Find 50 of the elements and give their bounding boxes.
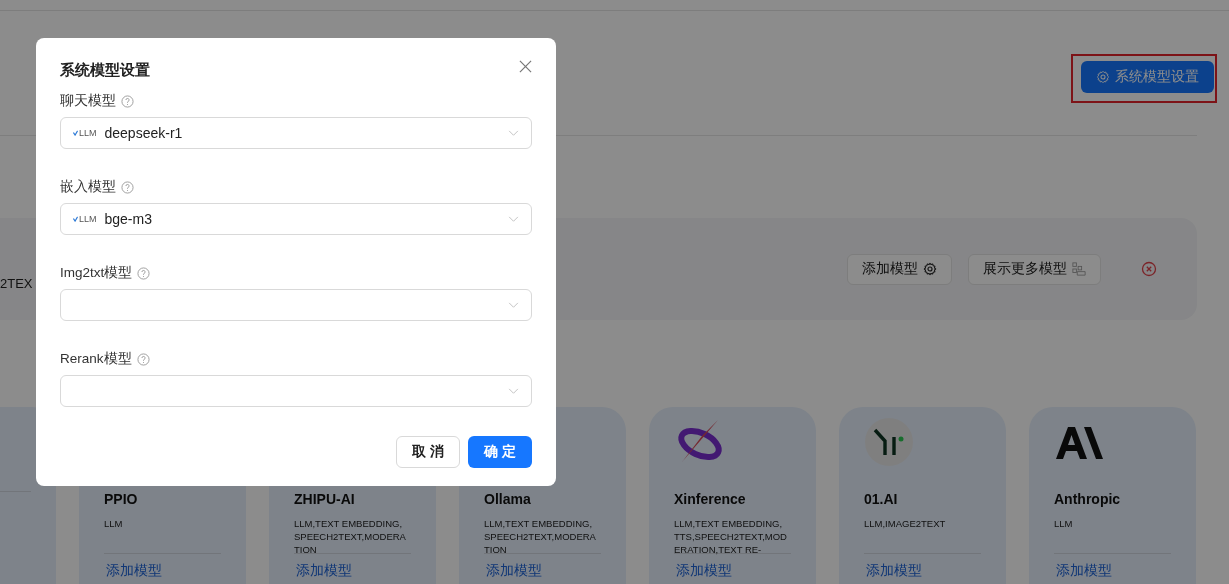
check-mark-icon (73, 130, 78, 136)
provider-name: Xinference (674, 491, 747, 509)
provider-tags: LLM,TEXT EMBEDDING,SPEECH2TEXT,MODERATION (484, 517, 601, 551)
add-model-link[interactable]: 添加模型 (104, 554, 221, 580)
squares-icon (1072, 262, 1086, 276)
provider-name: PPIO (104, 491, 139, 509)
cancel-button[interactable]: 取 消 (396, 436, 460, 468)
yi-logo-icon (864, 417, 914, 467)
system-model-settings-button[interactable]: 系统模型设置 (1081, 61, 1214, 93)
model-select[interactable] (60, 375, 532, 407)
provider-tags: LLM,IMAGE2TEXT (864, 517, 981, 551)
settings-icon (923, 262, 937, 276)
provider-name: ZHIPU-AI (294, 491, 356, 509)
close-icon[interactable] (519, 59, 532, 73)
show-more-models-button[interactable]: 展示更多模型 (968, 253, 1101, 285)
field-label: Img2txt模型 (60, 264, 133, 282)
model-select[interactable] (60, 289, 532, 321)
chevron-down-icon (508, 215, 519, 223)
help-icon[interactable] (137, 266, 151, 280)
confirm-button[interactable]: 确 定 (468, 436, 532, 468)
chevron-down-icon (508, 301, 519, 309)
add-model-link[interactable]: 添加模型 (484, 554, 601, 580)
help-icon[interactable] (121, 94, 134, 108)
model-select[interactable]: LLM deepseek-r1 (60, 117, 532, 149)
model-provider-label: LLM (79, 214, 97, 224)
provider-name: 01.AI (864, 491, 899, 509)
dialog-title: 系统模型设置 (60, 60, 150, 80)
add-model-link[interactable]: 添加模型 (1054, 554, 1171, 580)
chevron-down-icon (508, 129, 519, 137)
provider-name: Anthropic (1054, 491, 1122, 509)
provider-tags: LLM,TEXT EMBEDDING,SPEECH2TEXT,MODERATION (294, 517, 411, 551)
model-tags: 2TEX (0, 275, 33, 291)
add-model-link[interactable]: 添加模型 (864, 554, 981, 580)
chevron-down-icon (508, 387, 519, 395)
add-model-link[interactable]: 添加模型 (294, 554, 411, 580)
field-label: Rerank模型 (60, 350, 132, 368)
add-model-link[interactable]: 添加模型 (674, 554, 791, 580)
settings-icon (1096, 70, 1110, 84)
model-select[interactable]: LLM bge-m3 (60, 203, 532, 235)
model-provider-label: LLM (79, 128, 97, 138)
remove-icon[interactable] (1141, 261, 1157, 277)
help-icon[interactable] (121, 180, 134, 194)
provider-tags: LLM (104, 517, 221, 551)
field-label: 聊天模型 (60, 92, 116, 110)
provider-tags: LLM (1054, 517, 1171, 551)
help-icon[interactable] (136, 352, 150, 366)
add-model-button[interactable]: 添加模型 (847, 253, 952, 285)
check-mark-icon (73, 216, 78, 222)
field-label: 嵌入模型 (60, 178, 116, 196)
provider-name: Ollama (484, 491, 532, 509)
